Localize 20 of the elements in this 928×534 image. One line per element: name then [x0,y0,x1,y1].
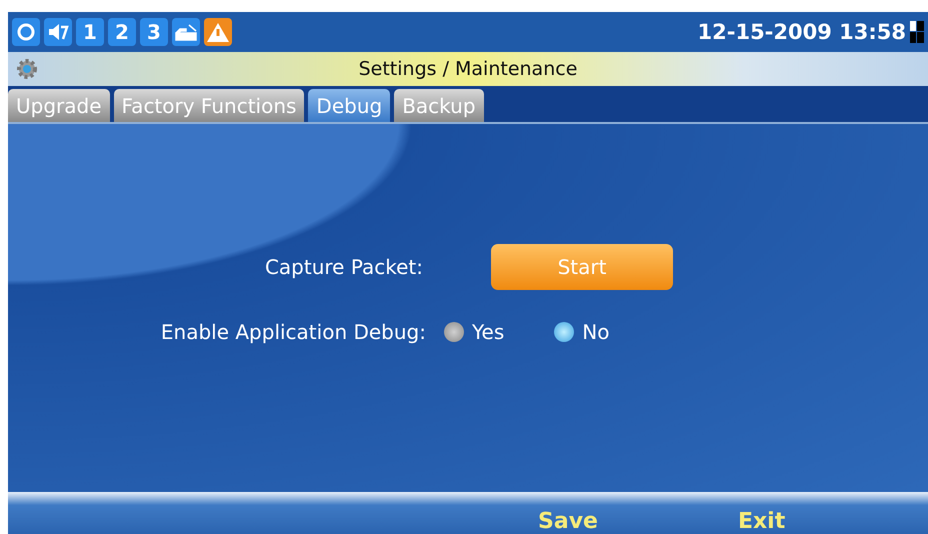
line-indicator[interactable]: 2 [108,18,136,46]
tab[interactable]: Factory Functions [114,89,304,122]
radio-option[interactable]: Yes [444,320,504,344]
date-time: 12-15-2009 13:58 [698,20,906,44]
speaker-icon[interactable] [44,18,72,46]
softkey[interactable]: Exit [738,509,786,534]
line-indicator[interactable]: 1 [76,18,104,46]
tab[interactable]: Debug [308,89,390,122]
warning-icon[interactable] [204,18,232,46]
radio-option[interactable]: No [554,320,610,344]
enable-debug-label: Enable Application Debug: [160,320,427,344]
gear-icon [16,58,38,80]
capture-packet-label: Capture Packet: [264,255,424,279]
line-indicator[interactable]: 3 [140,18,168,46]
tab[interactable]: Backup [394,89,484,122]
start-button[interactable]: Start [491,244,673,290]
window-title: Settings / Maintenance [358,58,578,80]
tab[interactable]: Upgrade [8,89,110,122]
softkey[interactable]: Save [538,509,598,534]
grid-icon [910,21,924,43]
